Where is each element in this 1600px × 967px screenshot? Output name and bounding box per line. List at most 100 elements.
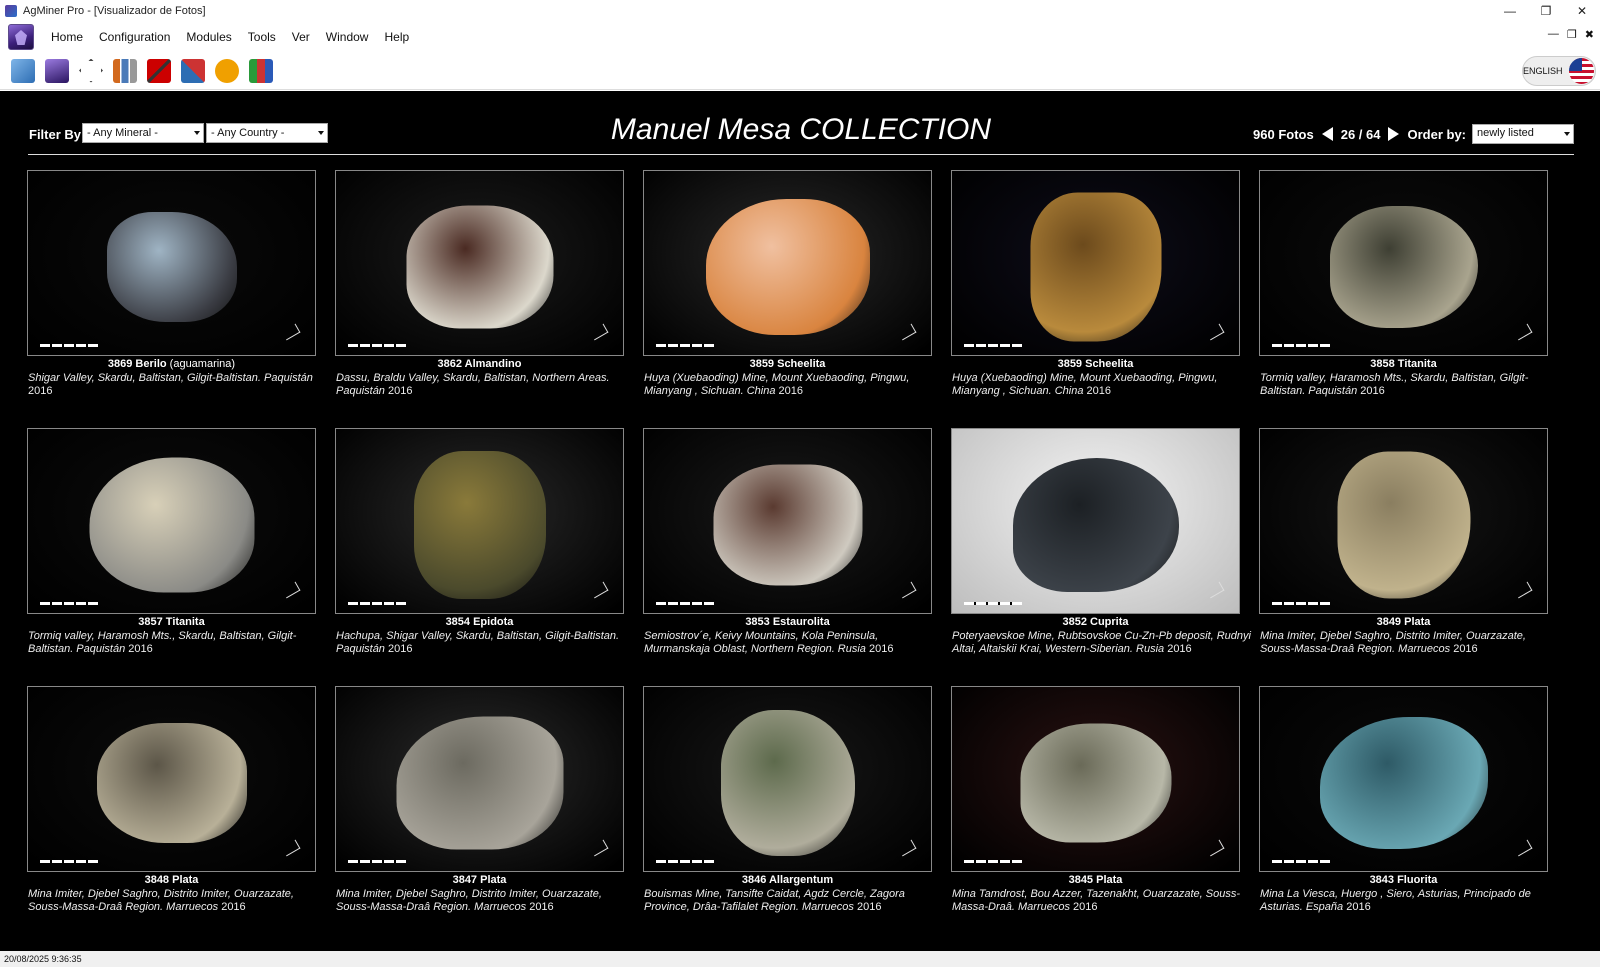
next-page-button[interactable]	[1388, 127, 1400, 141]
specimen-photo[interactable]	[951, 686, 1240, 872]
specimen-id-mineral: 3853 Estaurolita	[745, 616, 830, 628]
specimen-locality: Hachupa, Shigar Valley, Skardu, Baltista…	[336, 630, 636, 656]
specimen-year: 2016	[28, 385, 53, 397]
specimen-year: 2016	[1069, 901, 1098, 913]
specimen-photo[interactable]	[335, 170, 624, 356]
specimen-photo[interactable]	[643, 170, 932, 356]
specimen-variety: (aguamarina)	[166, 358, 236, 370]
specimen-id-mineral: 3859 Scheelita	[1057, 358, 1134, 370]
signature-mark	[281, 839, 301, 857]
scale-bar	[40, 860, 98, 863]
status-datetime: 20/08/2025 9:36:35	[4, 954, 82, 964]
scale-bar	[656, 344, 714, 347]
locality-text: Mina Imiter, Djebel Saghro, Distrito Imi…	[336, 888, 602, 913]
specimen-photo[interactable]	[643, 428, 932, 614]
specimen-photo[interactable]	[643, 686, 932, 872]
scale-bar	[40, 602, 98, 605]
menu-modules[interactable]: Modules	[178, 22, 239, 52]
mineral-specimen	[413, 450, 546, 599]
expeditions-button[interactable]	[212, 56, 242, 86]
app-logo-icon[interactable]	[8, 24, 34, 50]
specimen-photo[interactable]	[335, 428, 624, 614]
specimen-id-mineral: 3857 Titanita	[138, 616, 205, 628]
mineral-specimen	[1020, 723, 1171, 843]
specimen-photo[interactable]	[1259, 686, 1548, 872]
books-icon	[249, 58, 273, 83]
menu-configuration[interactable]: Configuration	[91, 22, 178, 52]
menu-tools[interactable]: Tools	[240, 22, 284, 52]
scale-bar	[348, 860, 406, 863]
menu-window[interactable]: Window	[318, 22, 377, 52]
menu-ver[interactable]: Ver	[284, 22, 318, 52]
pagination: 960 Fotos 26 / 64 Order by: newly listed	[1253, 123, 1574, 145]
specimen-locality: Shigar Valley, Skardu, Baltistan, Gilgit…	[28, 372, 328, 398]
minimize-button[interactable]: —	[1492, 0, 1528, 22]
library-button[interactable]	[246, 56, 276, 86]
signature-mark	[589, 581, 609, 599]
mdi-close-button[interactable]: ✖	[1585, 28, 1594, 41]
specimen-id-mineral: 3845 Plata	[1068, 874, 1123, 886]
specimen-photo[interactable]	[335, 686, 624, 872]
specimen-locality: Bouismas Mine, Tansifte Caidat, Agdz Cer…	[644, 888, 944, 914]
specimen-title: 3854 Epidota	[335, 616, 624, 628]
chevron-down-icon	[1564, 132, 1570, 136]
specimen-photo[interactable]	[27, 686, 316, 872]
menu-home[interactable]: Home	[43, 22, 91, 52]
locality-text: Poteryaevskoe Mine, Rubtsovskoe Cu-Zn-Pb…	[952, 630, 1251, 655]
signature-mark	[1205, 839, 1225, 857]
diamond-outline-icon	[79, 58, 103, 83]
specimen-locality: Tormiq valley, Haramosh Mts., Skardu, Ba…	[1260, 372, 1560, 398]
charts-button[interactable]	[110, 56, 140, 86]
prev-page-button[interactable]	[1321, 127, 1333, 141]
specimen-photo[interactable]	[1259, 170, 1548, 356]
mineral-specimen	[1329, 205, 1478, 328]
crystal-app-button[interactable]	[42, 56, 72, 86]
specimen-title: 3848 Plata	[27, 874, 316, 886]
specimen-locality: Mina Imiter, Djebel Saghro, Distrito Imi…	[1260, 630, 1560, 656]
specimen-photo[interactable]	[1259, 428, 1548, 614]
mineral-specimen	[1030, 192, 1161, 342]
restore-button[interactable]: ❐	[1528, 0, 1564, 22]
order-select[interactable]: newly listed	[1472, 124, 1574, 144]
minerals-map-button[interactable]	[8, 56, 38, 86]
specimen-photo[interactable]	[27, 170, 316, 356]
mineral-specimen	[720, 709, 855, 856]
specimen-photo[interactable]	[951, 170, 1240, 356]
specimen-locality: Poteryaevskoe Mine, Rubtsovskoe Cu-Zn-Pb…	[952, 630, 1252, 656]
toolbar: ENGLISH	[0, 52, 1600, 90]
mining-tools-button[interactable]	[144, 56, 174, 86]
specimen-title: 3843 Fluorita	[1259, 874, 1548, 886]
us-flag-icon	[1568, 58, 1594, 84]
field-tools-button[interactable]	[178, 56, 208, 86]
specimen-photo[interactable]	[27, 428, 316, 614]
specimen-title: 3862 Almandino	[335, 358, 624, 370]
mineral-specimen	[106, 211, 237, 322]
scale-bar	[656, 602, 714, 605]
specimen-photo[interactable]	[951, 428, 1240, 614]
specimen-locality: Mina Imiter, Djebel Saghro, Distrito Imi…	[28, 888, 328, 914]
specimen-year: 2016	[865, 643, 894, 655]
specimen-year: 2016	[1083, 385, 1111, 397]
specimen-id-mineral: 3847 Plata	[452, 874, 507, 886]
language-selector[interactable]: ENGLISH	[1522, 56, 1596, 86]
specimen-year: 2016	[853, 901, 882, 913]
miner-tools-icon	[181, 58, 205, 83]
specimen-year: 2016	[1164, 643, 1192, 655]
mineral-specimen	[89, 457, 254, 593]
mineral-specimen	[406, 205, 553, 329]
mdi-minimize-button[interactable]: —	[1548, 28, 1559, 41]
mineral-specimen	[1337, 451, 1470, 599]
hiker-icon	[215, 58, 239, 83]
specimen-year: 2016	[125, 643, 153, 655]
menu-help[interactable]: Help	[376, 22, 417, 52]
close-button[interactable]: ✕	[1564, 0, 1600, 22]
locality-text: Hachupa, Shigar Valley, Skardu, Baltista…	[336, 630, 620, 655]
diamond-button[interactable]	[76, 56, 106, 86]
locality-text: Mina La Viesca, Huergo , Siero, Asturias…	[1260, 888, 1531, 913]
specimen-title: 3849 Plata	[1259, 616, 1548, 628]
specimen-id-mineral: 3848 Plata	[144, 874, 199, 886]
mdi-restore-button[interactable]: ❐	[1567, 28, 1577, 41]
page-indicator: 26 / 64	[1340, 126, 1381, 142]
locality-text: Shigar Valley, Skardu, Baltistan, Gilgit…	[28, 372, 313, 384]
specimen-year: 2016	[384, 643, 413, 655]
